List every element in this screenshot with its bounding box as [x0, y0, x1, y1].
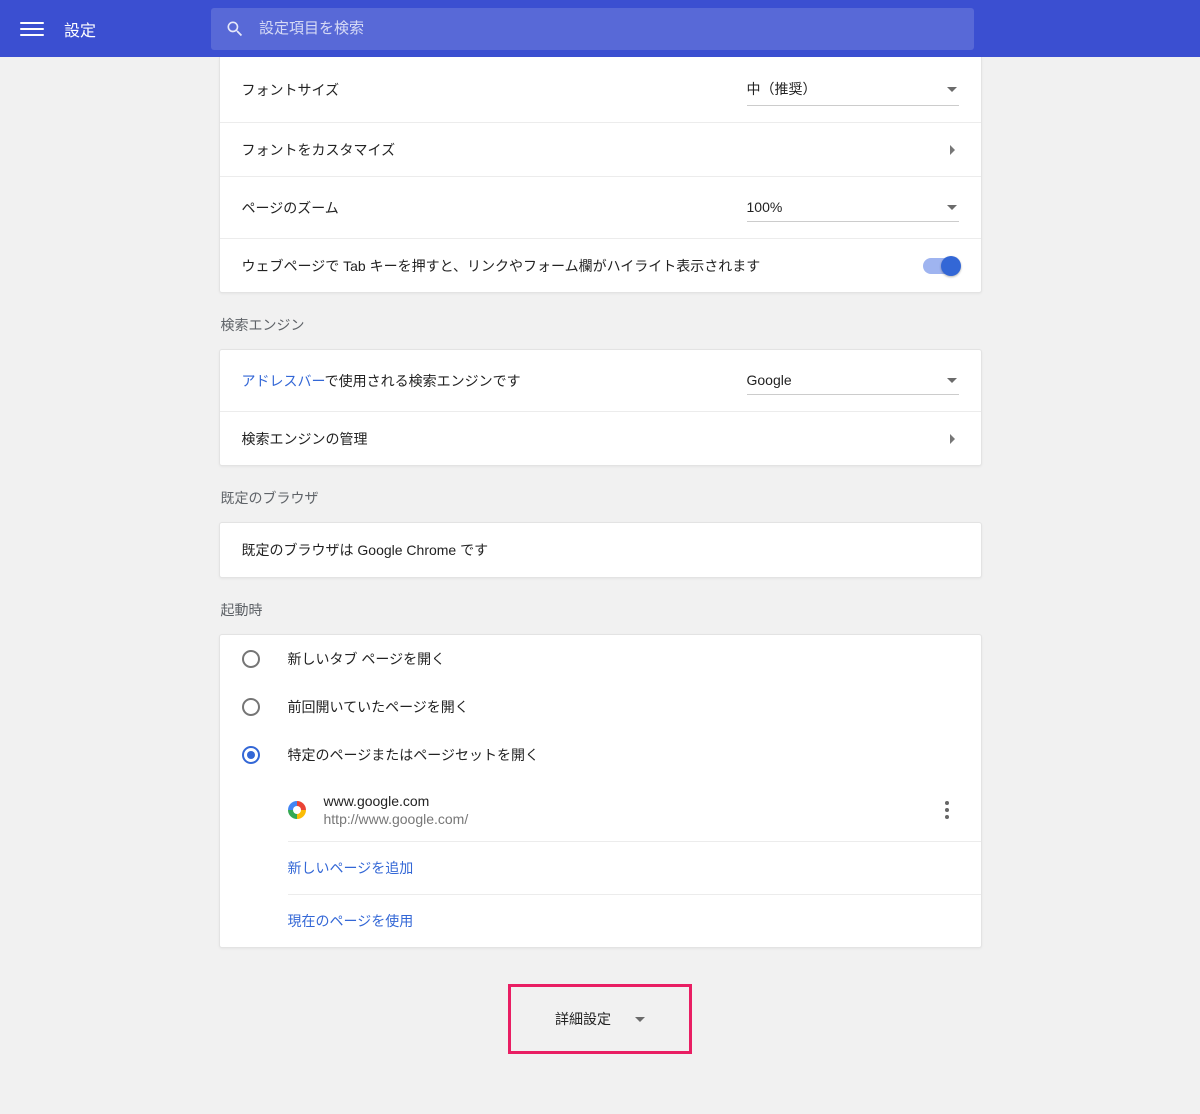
chevron-right-icon: [950, 145, 955, 155]
startup-continue-label: 前回開いていたページを開く: [288, 697, 469, 717]
startup-page-url: http://www.google.com/: [324, 811, 935, 827]
section-startup: 起動時: [221, 600, 982, 620]
search-engine-select[interactable]: Google: [747, 366, 959, 395]
default-browser-row: 既定のブラウザは Google Chrome です: [220, 523, 981, 577]
tab-highlight-toggle[interactable]: [923, 258, 959, 274]
startup-newtab-label: 新しいタブ ページを開く: [288, 649, 446, 669]
font-size-value: 中（推奨）: [747, 79, 817, 99]
startup-card: 新しいタブ ページを開く 前回開いていたページを開く 特定のページまたはページセ…: [219, 634, 982, 948]
search-engine-text: で使用される検索エンジンです: [325, 373, 521, 389]
font-size-row: フォントサイズ 中（推奨）: [220, 57, 981, 122]
startup-option-continue[interactable]: 前回開いていたページを開く: [220, 683, 981, 731]
addressbar-link[interactable]: アドレスバー: [242, 373, 325, 389]
startup-specific-label: 特定のページまたはページセットを開く: [288, 745, 539, 765]
advanced-label: 詳細設定: [555, 1009, 611, 1029]
startup-page-entry: www.google.com http://www.google.com/: [288, 779, 981, 842]
search-input[interactable]: [259, 20, 960, 37]
advanced-wrap: 詳細設定: [219, 984, 982, 1054]
search-box[interactable]: [211, 8, 974, 50]
menu-icon[interactable]: [20, 17, 44, 41]
search-engine-card: アドレスバーで使用される検索エンジンです Google 検索エンジンの管理: [219, 349, 982, 466]
page-zoom-select[interactable]: 100%: [747, 193, 959, 222]
page-zoom-label: ページのズーム: [242, 198, 747, 218]
section-default-browser: 既定のブラウザ: [221, 488, 982, 508]
search-icon: [225, 19, 245, 39]
search-engine-row: アドレスバーで使用される検索エンジンです Google: [220, 350, 981, 411]
use-current-page-link[interactable]: 現在のページを使用: [288, 895, 981, 947]
settings-content: フォントサイズ 中（推奨） フォントをカスタマイズ ページのズーム 100% ウ…: [219, 57, 982, 1114]
radio-selected-icon: [242, 746, 260, 764]
dropdown-caret-icon: [947, 378, 957, 383]
startup-option-specific[interactable]: 特定のページまたはページセットを開く: [220, 731, 981, 779]
page-zoom-row: ページのズーム 100%: [220, 176, 981, 238]
dropdown-caret-icon: [635, 1017, 645, 1022]
font-size-select[interactable]: 中（推奨）: [747, 73, 959, 106]
tab-highlight-row: ウェブページで Tab キーを押すと、リンクやフォーム欄がハイライト表示されます: [220, 238, 981, 292]
page-title: 設定: [64, 17, 96, 41]
customize-fonts-label: フォントをカスタマイズ: [242, 140, 950, 160]
add-page-link[interactable]: 新しいページを追加: [288, 842, 981, 895]
more-vert-icon[interactable]: [935, 795, 959, 825]
manage-search-engines-label: 検索エンジンの管理: [242, 429, 950, 449]
chevron-right-icon: [950, 434, 955, 444]
section-search-engine: 検索エンジン: [221, 315, 982, 335]
startup-option-newtab[interactable]: 新しいタブ ページを開く: [220, 635, 981, 683]
startup-pages-subsection: www.google.com http://www.google.com/ 新し…: [288, 779, 981, 947]
app-header: 設定: [0, 0, 1200, 57]
customize-fonts-row[interactable]: フォントをカスタマイズ: [220, 122, 981, 176]
advanced-settings-button[interactable]: 詳細設定: [508, 984, 692, 1054]
search-engine-label: アドレスバーで使用される検索エンジンです: [242, 371, 747, 391]
radio-icon: [242, 698, 260, 716]
dropdown-caret-icon: [947, 87, 957, 92]
manage-search-engines-row[interactable]: 検索エンジンの管理: [220, 411, 981, 465]
default-browser-text: 既定のブラウザは Google Chrome です: [242, 540, 959, 560]
dropdown-caret-icon: [947, 205, 957, 210]
startup-page-title: www.google.com: [324, 793, 935, 809]
google-favicon-icon: [288, 801, 306, 819]
tab-highlight-label: ウェブページで Tab キーを押すと、リンクやフォーム欄がハイライト表示されます: [242, 256, 923, 276]
radio-icon: [242, 650, 260, 668]
page-zoom-value: 100%: [747, 199, 783, 215]
search-engine-value: Google: [747, 372, 792, 388]
font-size-label: フォントサイズ: [242, 80, 747, 100]
appearance-card: フォントサイズ 中（推奨） フォントをカスタマイズ ページのズーム 100% ウ…: [219, 57, 982, 293]
default-browser-card: 既定のブラウザは Google Chrome です: [219, 522, 982, 578]
